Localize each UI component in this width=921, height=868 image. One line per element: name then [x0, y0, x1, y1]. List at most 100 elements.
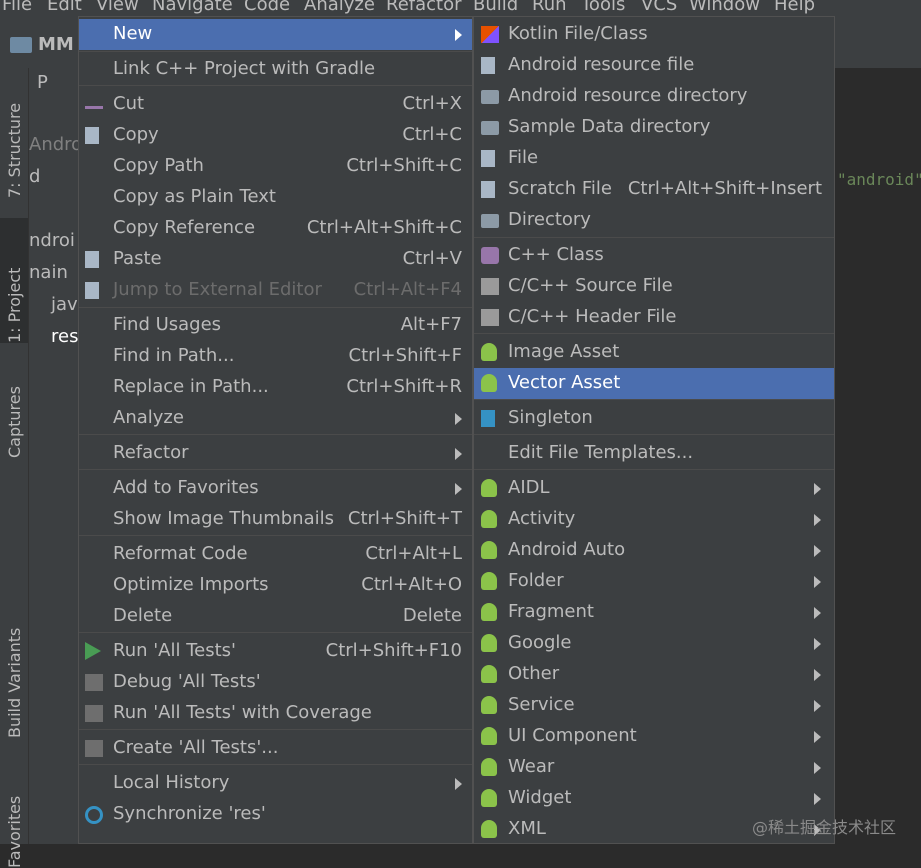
chevron-right-icon	[455, 29, 462, 41]
menu-view[interactable]: View	[96, 0, 139, 15]
tree-text: Andro	[29, 134, 83, 155]
menu-item-label: Scratch File	[508, 178, 612, 199]
context-menu-item-copy-as-plain-text[interactable]: Copy as Plain Text	[79, 182, 472, 213]
new-submenu-item-wear[interactable]: Wear	[474, 752, 834, 783]
menu-item-label: Find Usages	[113, 314, 222, 335]
menu-item-label: C/C++ Header File	[508, 306, 677, 327]
context-menu-item-paste[interactable]: Paste Ctrl+V	[79, 244, 472, 275]
new-submenu-item-kotlin-file-class[interactable]: Kotlin File/Class	[474, 19, 834, 50]
context-menu-item-delete[interactable]: Delete Delete	[79, 601, 472, 632]
watermark: @稀土掘金技术社区	[752, 818, 897, 837]
menu-separator	[79, 307, 472, 308]
menu-item-label: Directory	[508, 209, 591, 230]
menu-item-label: Singleton	[508, 407, 593, 428]
tab-structure[interactable]: 7: Structure	[0, 78, 28, 198]
new-submenu-item-c-c-source-file[interactable]: C/C++ Source File	[474, 271, 834, 302]
context-menu-item-run-all-tests[interactable]: Run 'All Tests' Ctrl+Shift+F10	[79, 636, 472, 667]
new-submenu-item-vector-asset[interactable]: Vector Asset	[474, 368, 834, 399]
menu-run[interactable]: Run	[532, 0, 567, 15]
folder-icon	[481, 90, 499, 104]
context-menu-item-show-image-thumbnails[interactable]: Show Image Thumbnails Ctrl+Shift+T	[79, 504, 472, 535]
menu-item-label: Show Image Thumbnails	[113, 508, 334, 529]
tab-build-variants[interactable]: Build Variants	[0, 608, 28, 738]
tree-text: jav	[51, 294, 78, 315]
new-submenu-item-scratch-file[interactable]: Scratch File Ctrl+Alt+Shift+Insert	[474, 174, 834, 205]
new-submenu-item-folder[interactable]: Folder	[474, 566, 834, 597]
new-submenu-item-sample-data-directory[interactable]: Sample Data directory	[474, 112, 834, 143]
external-editor-icon	[85, 282, 99, 299]
new-submenu-item-activity[interactable]: Activity	[474, 504, 834, 535]
menu-item-shortcut: Ctrl+X	[402, 93, 462, 114]
menu-analyze[interactable]: Analyze	[304, 0, 375, 15]
new-submenu-item-android-resource-file[interactable]: Android resource file	[474, 50, 834, 81]
new-submenu-item-c-class[interactable]: C++ Class	[474, 240, 834, 271]
menu-build[interactable]: Build	[473, 0, 518, 15]
new-submenu-item-aidl[interactable]: AIDL	[474, 473, 834, 504]
new-submenu-item-android-resource-directory[interactable]: Android resource directory	[474, 81, 834, 112]
new-submenu-item-image-asset[interactable]: Image Asset	[474, 337, 834, 368]
scratch-file-icon	[481, 181, 495, 198]
new-submenu-item-c-c-header-file[interactable]: C/C++ Header File	[474, 302, 834, 333]
context-menu-item-copy-reference[interactable]: Copy Reference Ctrl+Alt+Shift+C	[79, 213, 472, 244]
context-menu-item-run-all-tests-with-coverage[interactable]: Run 'All Tests' with Coverage	[79, 698, 472, 729]
context-menu-item-link-c-project-with-gradle[interactable]: Link C++ Project with Gradle	[79, 54, 472, 85]
context-menu-item-debug-all-tests[interactable]: Debug 'All Tests'	[79, 667, 472, 698]
chevron-right-icon	[455, 778, 462, 790]
menu-file[interactable]: File	[2, 0, 32, 15]
create-test-icon	[85, 740, 103, 757]
context-menu-item-analyze[interactable]: Analyze	[79, 403, 472, 434]
context-menu-item-find-usages[interactable]: Find Usages Alt+F7	[79, 310, 472, 341]
context-menu-item-synchronize-res[interactable]: Synchronize 'res'	[79, 799, 472, 830]
menu-vcs[interactable]: VCS	[641, 0, 677, 15]
context-menu-item-create-all-tests[interactable]: Create 'All Tests'...	[79, 733, 472, 764]
menu-window[interactable]: Window	[689, 0, 760, 15]
tab-favorites[interactable]: Favorites	[0, 778, 28, 868]
context-menu-item-jump-to-external-editor[interactable]: Jump to External Editor Ctrl+Alt+F4	[79, 275, 472, 306]
menu-separator	[474, 469, 834, 470]
run-icon	[85, 642, 101, 660]
menu-help[interactable]: Help	[774, 0, 815, 15]
context-menu-item-copy-path[interactable]: Copy Path Ctrl+Shift+C	[79, 151, 472, 182]
new-submenu-item-widget[interactable]: Widget	[474, 783, 834, 814]
menu-tools[interactable]: Tools	[581, 0, 625, 15]
new-submenu-item-directory[interactable]: Directory	[474, 205, 834, 236]
tree-text: ndroi	[29, 230, 75, 251]
new-submenu-item-service[interactable]: Service	[474, 690, 834, 721]
tab-project[interactable]: 1: Project	[0, 218, 28, 343]
context-menu-item-reformat-code[interactable]: Reformat Code Ctrl+Alt+L	[79, 539, 472, 570]
new-submenu-item-fragment[interactable]: Fragment	[474, 597, 834, 628]
project-name[interactable]: MM	[38, 34, 74, 55]
chevron-right-icon	[814, 545, 821, 557]
chevron-right-icon	[455, 413, 462, 425]
new-submenu-item-other[interactable]: Other	[474, 659, 834, 690]
menu-separator	[79, 632, 472, 633]
context-menu-item-replace-in-path[interactable]: Replace in Path... Ctrl+Shift+R	[79, 372, 472, 403]
context-menu-item-new[interactable]: New	[79, 19, 472, 50]
context-menu-item-add-to-favorites[interactable]: Add to Favorites	[79, 473, 472, 504]
new-submenu-item-singleton[interactable]: Singleton	[474, 403, 834, 434]
context-menu-item-cut[interactable]: Cut Ctrl+X	[79, 89, 472, 120]
new-submenu-item-android-auto[interactable]: Android Auto	[474, 535, 834, 566]
context-menu-item-copy[interactable]: Copy Ctrl+C	[79, 120, 472, 151]
context-menu-item-local-history[interactable]: Local History	[79, 768, 472, 799]
menu-code[interactable]: Code	[244, 0, 290, 15]
menu-item-label: Service	[508, 694, 575, 715]
new-submenu-item-google[interactable]: Google	[474, 628, 834, 659]
menu-refactor[interactable]: Refactor	[386, 0, 462, 15]
menu-edit[interactable]: Edit	[47, 0, 82, 15]
new-submenu-item-edit-file-templates[interactable]: Edit File Templates...	[474, 438, 834, 469]
tab-captures[interactable]: Captures	[0, 358, 28, 458]
android-icon	[481, 696, 497, 714]
context-menu-item-optimize-imports[interactable]: Optimize Imports Ctrl+Alt+O	[79, 570, 472, 601]
context-menu-item-refactor[interactable]: Refactor	[79, 438, 472, 469]
menu-navigate[interactable]: Navigate	[152, 0, 233, 15]
new-submenu-item-file[interactable]: File	[474, 143, 834, 174]
editor-text: "android"	[837, 170, 921, 189]
menu-separator	[79, 535, 472, 536]
menu-separator	[474, 434, 834, 435]
menu-item-shortcut: Ctrl+Shift+T	[347, 508, 462, 529]
new-submenu-item-ui-component[interactable]: UI Component	[474, 721, 834, 752]
chevron-right-icon	[814, 483, 821, 495]
file-icon	[481, 150, 495, 167]
context-menu-item-find-in-path[interactable]: Find in Path... Ctrl+Shift+F	[79, 341, 472, 372]
